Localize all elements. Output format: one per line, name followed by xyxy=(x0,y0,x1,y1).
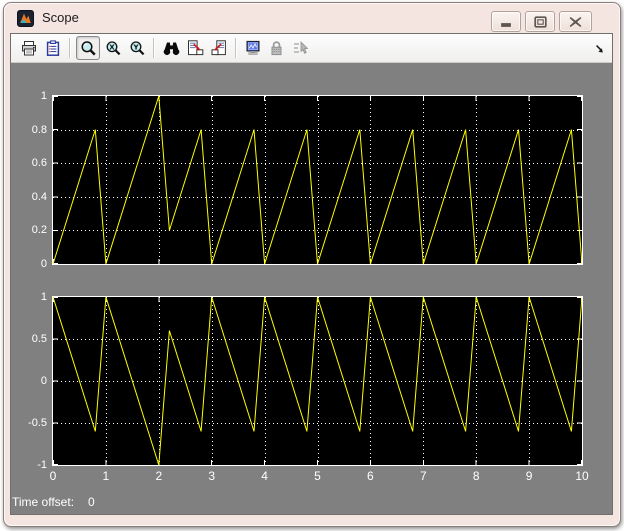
y-tick-label: 0.8 xyxy=(31,123,47,136)
screen: Scope XY Time offset: 0 0 0.2 0.4 0.6 0.8 1 -1-… xyxy=(0,0,624,531)
y-tick-label: -0.5 xyxy=(28,417,47,429)
window-title: Scope xyxy=(42,10,79,25)
svg-text:Y: Y xyxy=(132,43,139,51)
parameters-icon xyxy=(45,39,62,57)
zoom-x-icon: X xyxy=(105,40,122,57)
toolbar-separator xyxy=(235,38,237,58)
y-tick-label: 0 xyxy=(40,258,47,270)
save-axes-icon xyxy=(187,39,204,57)
close-icon xyxy=(569,16,582,28)
lock-axes-button xyxy=(266,37,288,59)
y-tick-label: 1 xyxy=(40,291,47,303)
time-offset-status: Time offset: 0 xyxy=(12,495,95,509)
toolbar: XY xyxy=(11,34,612,63)
lock-icon xyxy=(269,40,286,57)
autoscale-button[interactable] xyxy=(160,37,182,59)
x-tick-label: 1 xyxy=(102,469,110,483)
floating-scope-button[interactable] xyxy=(242,37,264,59)
zoom-y-axis-button[interactable]: Y xyxy=(126,37,148,59)
minimize-button[interactable] xyxy=(491,11,521,32)
restore-axes-icon xyxy=(211,39,228,57)
printer-icon xyxy=(21,40,38,57)
x-tick-label: 8 xyxy=(472,469,480,483)
x-tick-label: 9 xyxy=(525,469,533,483)
upper-axes-plot[interactable] xyxy=(52,95,583,265)
minimize-icon xyxy=(500,16,512,28)
y-tick-label: 0.5 xyxy=(31,333,47,345)
scope-app-icon xyxy=(17,10,34,27)
zoom-icon xyxy=(80,40,97,57)
time-offset-label: Time offset: xyxy=(12,495,75,509)
close-button[interactable] xyxy=(559,11,592,32)
save-axes-settings-button[interactable] xyxy=(184,37,206,59)
y-tick-label: 0 xyxy=(40,375,47,387)
maximize-icon xyxy=(533,15,547,28)
restore-axes-settings-button[interactable] xyxy=(208,37,230,59)
zoom-y-icon: Y xyxy=(129,40,146,57)
x-tick-label: 5 xyxy=(314,469,321,483)
floating-scope-icon xyxy=(245,40,262,57)
lower-axes-plot[interactable] xyxy=(52,296,583,466)
y-tick-label: 0.4 xyxy=(31,190,47,203)
zoom-button[interactable] xyxy=(76,36,100,60)
parameters-button[interactable] xyxy=(42,37,64,59)
time-offset-value: 0 xyxy=(88,495,95,509)
zoom-x-axis-button[interactable]: X xyxy=(102,37,124,59)
toolbar-separator xyxy=(69,38,71,58)
toolbar-overflow-arrow-icon[interactable] xyxy=(595,44,605,54)
x-tick-label: 10 xyxy=(575,469,589,483)
binoculars-icon xyxy=(163,40,180,57)
toolbar-separator xyxy=(153,38,155,58)
maximize-button[interactable] xyxy=(525,11,555,32)
x-tick-label: 4 xyxy=(261,469,268,483)
x-tick-label: 6 xyxy=(367,469,374,483)
signal-selection-button xyxy=(290,37,312,59)
svg-text:X: X xyxy=(109,43,115,51)
scope-window: Scope XY Time offset: 0 0 0.2 0.4 0.6 0.8 1 -1-… xyxy=(3,2,621,527)
y-tick-label: 1 xyxy=(40,90,47,102)
y-tick-label: 0.6 xyxy=(31,157,47,170)
x-tick-label: 2 xyxy=(155,469,163,483)
x-tick-label: 0 xyxy=(49,469,57,483)
x-tick-label: 7 xyxy=(419,469,427,483)
title-bar[interactable]: Scope xyxy=(4,3,620,33)
signal-selection-icon xyxy=(293,40,310,57)
x-tick-label: 3 xyxy=(208,469,216,483)
y-tick-label: 0.2 xyxy=(31,224,47,237)
print-button[interactable] xyxy=(18,37,40,59)
window-controls xyxy=(491,11,592,32)
